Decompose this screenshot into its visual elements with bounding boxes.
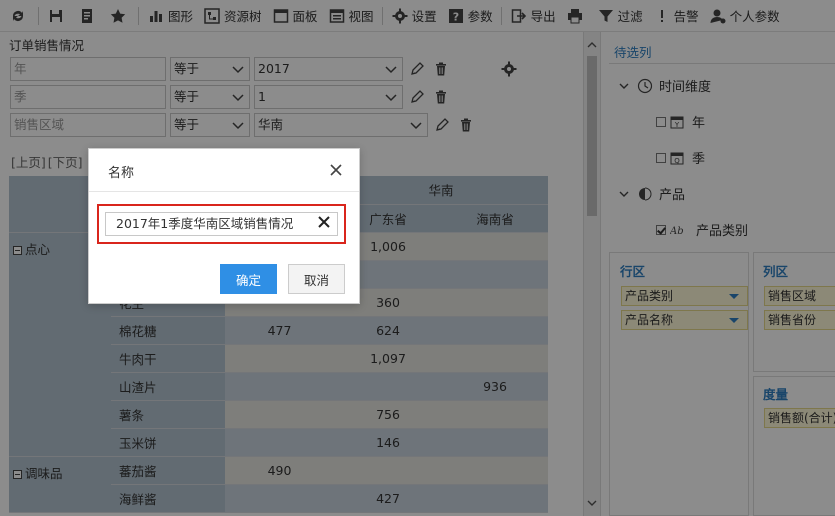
cancel-button[interactable]: 取消 bbox=[288, 264, 345, 294]
divider bbox=[89, 191, 359, 192]
input-highlight: 2017年1季度华南区域销售情况 bbox=[97, 204, 346, 244]
close-icon[interactable] bbox=[329, 163, 343, 177]
dialog-title: 名称 bbox=[108, 166, 135, 181]
ok-button[interactable]: 确定 bbox=[220, 264, 277, 294]
name-input[interactable]: 2017年1季度华南区域销售情况 bbox=[105, 212, 338, 236]
clear-icon[interactable] bbox=[316, 214, 332, 230]
rename-dialog: 名称 2017年1季度华南区域销售情况 确定 取消 bbox=[88, 148, 360, 304]
